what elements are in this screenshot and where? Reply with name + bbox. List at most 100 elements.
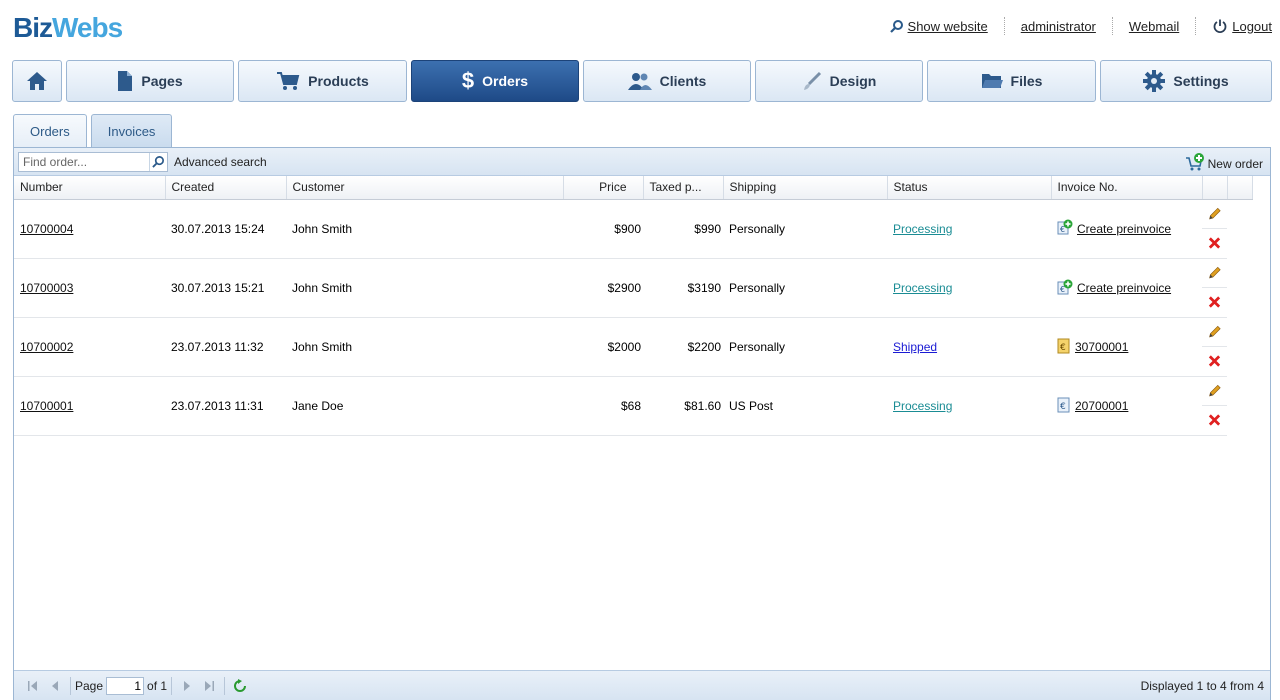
search-input[interactable]	[19, 154, 149, 169]
show-website-link[interactable]: Show website	[889, 19, 988, 34]
next-page-icon	[184, 680, 191, 691]
webmail-link[interactable]: Webmail	[1129, 19, 1179, 34]
delete-button[interactable]	[1202, 406, 1227, 436]
power-icon	[1212, 18, 1228, 34]
order-number-link[interactable]: 10700004	[20, 222, 73, 236]
order-number-link[interactable]: 10700003	[20, 281, 73, 295]
column-header-status[interactable]: Status	[887, 176, 1052, 200]
delete-icon	[1208, 355, 1221, 367]
table-row[interactable]: 10700004 30.07.2013 15:24 John Smith $90…	[14, 199, 1252, 259]
edit-button[interactable]	[1202, 200, 1227, 229]
order-created: 23.07.2013 11:32	[165, 317, 286, 377]
order-price: $2900	[563, 258, 643, 318]
divider	[171, 676, 173, 695]
sub-tabs: Orders Invoices	[13, 114, 173, 148]
divider	[70, 676, 71, 695]
nav-home[interactable]	[12, 60, 62, 102]
new-order-button[interactable]: New order	[1185, 153, 1263, 174]
nav-files[interactable]: Files	[927, 60, 1096, 102]
column-header-shipping[interactable]: Shipping	[723, 176, 888, 200]
nav-design[interactable]: Design	[755, 60, 923, 102]
svg-text:€: €	[1060, 402, 1066, 412]
tab-orders[interactable]: Orders	[13, 114, 87, 148]
orders-panel: Advanced search New order Number Created…	[13, 147, 1271, 700]
brand-logo[interactable]: BizWebs	[13, 12, 123, 44]
column-header-number[interactable]: Number	[14, 176, 166, 200]
users-icon	[627, 72, 652, 90]
advanced-search-link[interactable]: Advanced search	[174, 155, 267, 169]
order-number-link[interactable]: 10700001	[20, 399, 73, 413]
order-customer: John Smith	[286, 317, 563, 377]
edit-button[interactable]	[1202, 377, 1227, 406]
pencil-icon	[1209, 207, 1221, 220]
order-customer: Jane Doe	[286, 376, 563, 436]
brand-logo-part1: Biz	[13, 12, 53, 43]
order-taxed-price: $990	[643, 199, 723, 259]
order-created: 30.07.2013 15:21	[165, 258, 286, 318]
pencil-icon	[1209, 266, 1221, 279]
logout-link[interactable]: Logout	[1212, 18, 1272, 34]
brush-icon	[802, 71, 822, 91]
delete-button[interactable]	[1202, 288, 1227, 318]
logout-label: Logout	[1232, 18, 1272, 34]
page-number-input[interactable]	[106, 676, 145, 695]
search-button[interactable]	[149, 152, 167, 171]
cart-icon	[276, 71, 300, 91]
edit-button[interactable]	[1202, 259, 1227, 288]
search-icon	[152, 156, 164, 168]
edit-button[interactable]	[1202, 318, 1227, 347]
delete-button[interactable]	[1202, 347, 1227, 377]
create-preinvoice-link[interactable]: Create preinvoice	[1077, 281, 1171, 295]
page-icon	[117, 70, 133, 92]
order-status-link[interactable]: Processing	[893, 399, 952, 413]
order-number-link[interactable]: 10700002	[20, 340, 73, 354]
nav-pages[interactable]: Pages	[66, 60, 234, 102]
order-taxed-price: $2200	[643, 317, 723, 377]
first-page-button[interactable]	[22, 675, 44, 697]
nav-clients-label: Clients	[659, 73, 707, 89]
order-taxed-price: $3190	[643, 258, 723, 318]
column-header-customer[interactable]: Customer	[286, 176, 564, 200]
order-shipping: Personally	[723, 199, 887, 259]
nav-products[interactable]: Products	[238, 60, 407, 102]
order-status-link[interactable]: Processing	[893, 281, 952, 295]
nav-settings[interactable]: Settings	[1100, 60, 1272, 102]
pencil-icon	[1209, 384, 1221, 397]
home-icon	[26, 71, 48, 91]
column-header-invoice[interactable]: Invoice No.	[1051, 176, 1203, 200]
order-status-link[interactable]: Shipped	[893, 340, 937, 354]
prev-page-button[interactable]	[44, 675, 66, 697]
create-invoice-icon: €	[1057, 279, 1073, 298]
page-count-label: of 1	[147, 678, 168, 693]
user-link[interactable]: administrator	[1021, 19, 1096, 34]
table-row[interactable]: 10700003 30.07.2013 15:21 John Smith $29…	[14, 258, 1252, 318]
create-preinvoice-link[interactable]: Create preinvoice	[1077, 222, 1171, 236]
orders-table: Number Created Customer Price Taxed p...…	[14, 176, 1253, 436]
column-header-price[interactable]: Price	[563, 176, 644, 200]
column-header-taxed-price[interactable]: Taxed p...	[643, 176, 724, 200]
order-status-link[interactable]: Processing	[893, 222, 952, 236]
order-price: $900	[563, 199, 643, 259]
invoice-number-link[interactable]: 30700001	[1075, 340, 1128, 354]
table-row[interactable]: 10700001 23.07.2013 11:31 Jane Doe $68 $…	[14, 376, 1252, 436]
svg-text:€: €	[1060, 343, 1066, 353]
order-shipping: Personally	[723, 258, 887, 318]
page-label: Page	[75, 678, 104, 693]
table-row[interactable]: 10700002 23.07.2013 11:32 John Smith $20…	[14, 317, 1252, 377]
last-page-button[interactable]	[198, 675, 220, 697]
last-page-icon	[205, 680, 215, 691]
nav-orders[interactable]: $ Orders	[411, 60, 579, 102]
nav-clients[interactable]: Clients	[583, 60, 751, 102]
refresh-button[interactable]	[229, 675, 251, 697]
order-customer: John Smith	[286, 258, 563, 318]
search-box	[18, 151, 168, 172]
next-page-button[interactable]	[176, 675, 198, 697]
invoice-number-link[interactable]: 20700001	[1075, 399, 1128, 413]
column-header-created[interactable]: Created	[165, 176, 287, 200]
order-created: 23.07.2013 11:31	[165, 376, 286, 436]
nav-pages-label: Pages	[141, 73, 183, 89]
tab-invoices[interactable]: Invoices	[90, 114, 173, 148]
delete-button[interactable]	[1202, 229, 1227, 259]
new-order-label: New order	[1207, 156, 1263, 171]
grid-toolbar: Advanced search New order	[14, 148, 1270, 176]
